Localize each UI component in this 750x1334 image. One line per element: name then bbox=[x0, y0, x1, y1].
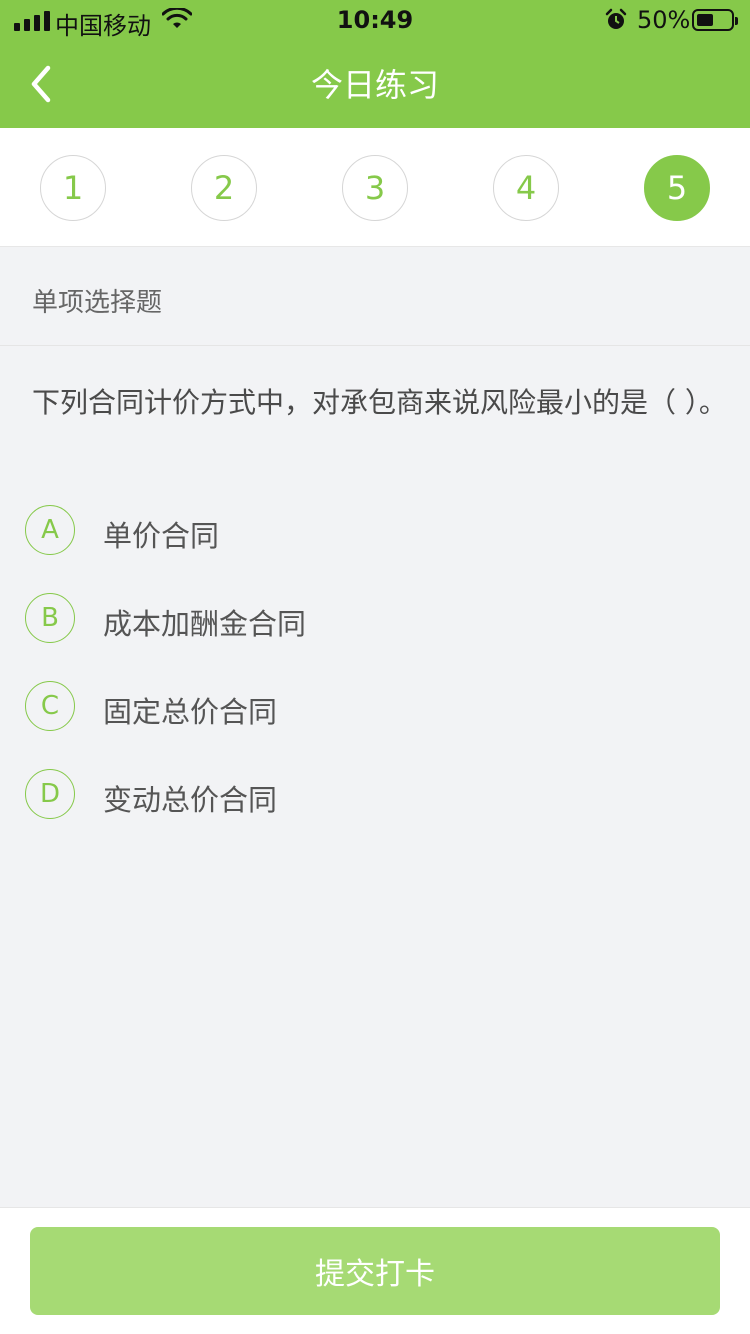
question-type-header: 单项选择题 bbox=[0, 248, 750, 346]
question-stepper: 1 2 3 4 5 bbox=[0, 128, 750, 247]
question-text: 下列合同计价方式中，对承包商来说风险最小的是（ ）。 bbox=[32, 386, 727, 419]
step-button-5[interactable]: 5 bbox=[644, 155, 710, 221]
battery-fill bbox=[697, 14, 713, 26]
nav-bar: 今日练习 bbox=[0, 40, 750, 128]
header: 中国移动 10:49 50% 今日练习 bbox=[0, 0, 750, 128]
option-c[interactable]: C 固定总价合同 bbox=[25, 681, 725, 735]
alarm-icon bbox=[605, 8, 627, 29]
option-c-text: 固定总价合同 bbox=[103, 695, 278, 729]
option-d-radio[interactable]: D bbox=[25, 769, 75, 819]
battery-percent: 50% bbox=[637, 6, 691, 34]
option-a-text: 单价合同 bbox=[103, 519, 220, 553]
status-bar: 中国移动 10:49 50% bbox=[0, 0, 750, 40]
option-b[interactable]: B 成本加酬金合同 bbox=[25, 593, 725, 647]
option-b-radio[interactable]: B bbox=[25, 593, 75, 643]
step-button-1[interactable]: 1 bbox=[40, 155, 106, 221]
page-title: 今日练习 bbox=[310, 66, 439, 104]
option-a-radio[interactable]: A bbox=[25, 505, 75, 555]
option-b-text: 成本加酬金合同 bbox=[103, 607, 307, 641]
battery-icon bbox=[692, 9, 738, 31]
step-button-2[interactable]: 2 bbox=[191, 155, 257, 221]
option-a[interactable]: A 单价合同 bbox=[25, 505, 725, 559]
submit-checkin-button[interactable]: 提交打卡 bbox=[30, 1227, 720, 1315]
app: 中国移动 10:49 50% 今日练习 1 2 3 4 5 单项选择题 下列合同… bbox=[0, 0, 750, 1334]
step-button-3[interactable]: 3 bbox=[342, 155, 408, 221]
option-d-text: 变动总价合同 bbox=[103, 783, 278, 817]
option-d[interactable]: D 变动总价合同 bbox=[25, 769, 725, 823]
option-c-radio[interactable]: C bbox=[25, 681, 75, 731]
step-button-4[interactable]: 4 bbox=[493, 155, 559, 221]
question-type-label: 单项选择题 bbox=[32, 288, 163, 318]
footer-bar: 提交打卡 bbox=[0, 1207, 750, 1334]
